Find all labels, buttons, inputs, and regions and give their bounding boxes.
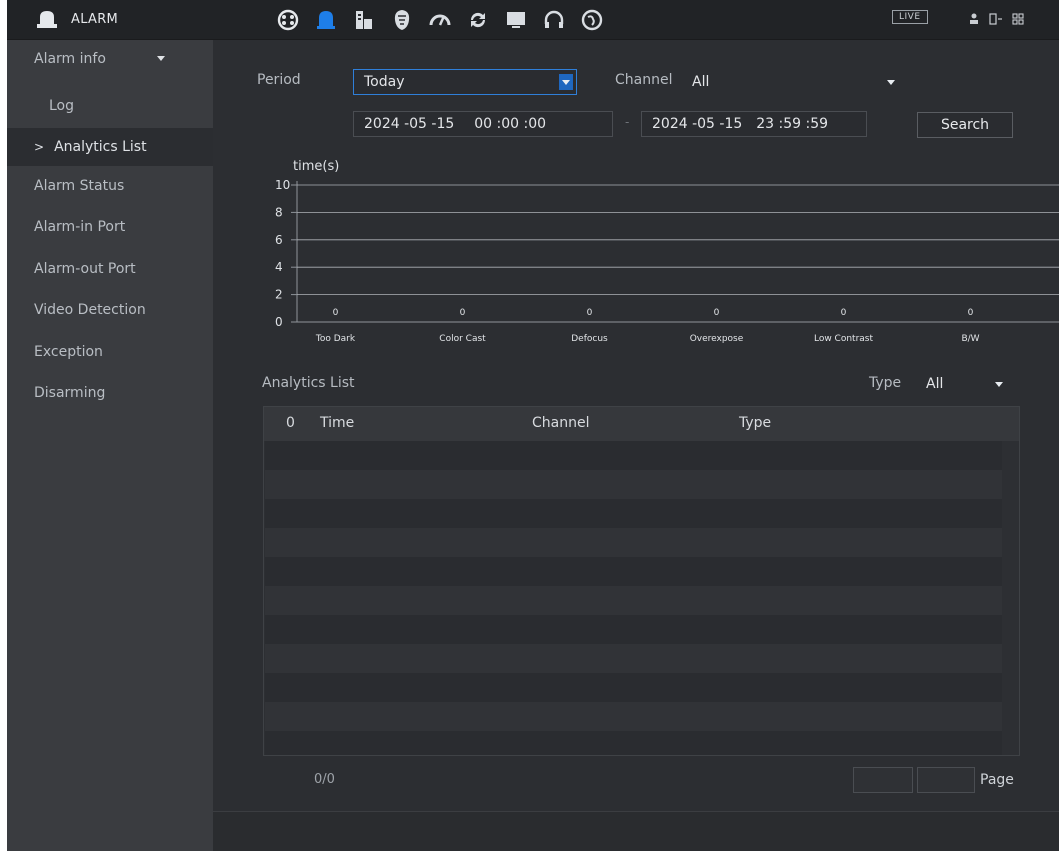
y-tick-label: 4 xyxy=(275,260,283,274)
column-header-index[interactable]: 0 xyxy=(286,415,295,431)
type-select[interactable]: All xyxy=(921,371,1013,397)
data-label: 0 xyxy=(333,308,339,318)
table-row[interactable] xyxy=(265,441,1002,470)
sidebar-item-label: Alarm-out Port xyxy=(34,261,136,277)
data-label: 0 xyxy=(841,308,847,318)
sidebar-item-label: Video Detection xyxy=(34,302,146,318)
top-right-tools xyxy=(967,11,1025,27)
display-icon[interactable] xyxy=(497,6,535,34)
table-row[interactable] xyxy=(265,470,1002,499)
table-row[interactable] xyxy=(265,557,1002,586)
y-tick-label: 0 xyxy=(275,315,283,329)
column-header-type[interactable]: Type xyxy=(739,415,771,431)
sidebar-item-alarm-info[interactable]: Alarm info xyxy=(7,40,213,78)
table-row[interactable] xyxy=(265,528,1002,557)
app-title: ALARM xyxy=(71,11,119,27)
sidebar-item-label: Alarm-in Port xyxy=(34,219,126,235)
app-window: ALARM LIVE Alarm info Log > Analytics Li… xyxy=(7,0,1059,851)
next-page-button[interactable] xyxy=(917,767,975,793)
analytics-chart: time(s) 0 2 4 6 8 10 0 Too Dark 0 Color Cast 0 Defoc… xyxy=(275,159,1059,344)
status-bar xyxy=(213,811,1059,851)
table-scrollbar[interactable] xyxy=(1003,441,1019,755)
sidebar-item-label: Analytics List xyxy=(54,139,147,155)
sidebar-item-label: Alarm Status xyxy=(34,178,125,194)
brand: ALARM xyxy=(35,8,118,30)
table-row[interactable] xyxy=(265,586,1002,615)
x-tick-label: Overexpose xyxy=(690,334,744,344)
table-row[interactable] xyxy=(265,644,1002,673)
analytics-list-title: Analytics List xyxy=(262,375,355,391)
table-row[interactable] xyxy=(265,615,1002,644)
dropdown-arrow-icon xyxy=(992,376,1006,392)
x-tick-label: Defocus xyxy=(571,334,608,344)
x-tick-label: Color Cast xyxy=(439,334,486,344)
live-button[interactable]: LIVE xyxy=(892,10,928,24)
column-header-channel[interactable]: Channel xyxy=(532,415,589,431)
table-row[interactable] xyxy=(265,702,1002,731)
chevron-down-icon xyxy=(157,56,165,61)
data-label: 0 xyxy=(714,308,720,318)
table-row[interactable] xyxy=(265,499,1002,528)
column-header-time[interactable]: Time xyxy=(320,415,354,431)
sidebar-item-analytics-list[interactable]: > Analytics List xyxy=(7,128,213,166)
data-label: 0 xyxy=(968,308,974,318)
sidebar: Alarm info Log > Analytics List Alarm St… xyxy=(7,40,213,851)
face-icon[interactable] xyxy=(383,6,421,34)
chevron-right-icon: > xyxy=(34,140,45,154)
table-header: 0 Time Channel Type xyxy=(264,407,1019,441)
sidebar-item-log[interactable]: Log xyxy=(7,87,213,125)
alarm-bell-icon xyxy=(35,8,59,30)
type-label: Type xyxy=(869,375,902,391)
x-tick-label: B/W xyxy=(961,334,979,344)
speed-icon[interactable] xyxy=(421,6,459,34)
sidebar-item-disarming[interactable]: Disarming xyxy=(7,374,213,412)
page-label: Page xyxy=(980,772,1014,788)
table-row[interactable] xyxy=(265,731,1002,755)
data-label: 0 xyxy=(587,308,593,318)
logout-icon[interactable] xyxy=(989,11,1003,27)
y-tick-label: 2 xyxy=(275,288,283,302)
sidebar-item-alarm-out-port[interactable]: Alarm-out Port xyxy=(7,250,213,288)
alarm-icon[interactable] xyxy=(307,6,345,34)
prev-page-button[interactable] xyxy=(853,767,913,793)
sidebar-item-label: Exception xyxy=(34,344,103,360)
top-icon-bar xyxy=(269,6,611,34)
playback-icon[interactable] xyxy=(269,6,307,34)
table-row[interactable] xyxy=(265,673,1002,702)
x-tick-label: Too Dark xyxy=(315,334,356,344)
y-tick-label: 10 xyxy=(275,178,290,192)
backup-icon[interactable] xyxy=(459,6,497,34)
sidebar-item-video-detection[interactable]: Video Detection xyxy=(7,291,213,329)
sidebar-item-label: Disarming xyxy=(34,385,106,401)
sidebar-item-exception[interactable]: Exception xyxy=(7,333,213,371)
menu-grid-icon[interactable] xyxy=(1011,11,1025,27)
top-bar: ALARM LIVE xyxy=(7,0,1059,40)
y-tick-label: 8 xyxy=(275,205,283,219)
network-icon[interactable] xyxy=(573,6,611,34)
sidebar-item-label: Log xyxy=(49,98,75,114)
analytics-table: 0 Time Channel Type xyxy=(263,406,1020,756)
sidebar-item-alarm-status[interactable]: Alarm Status xyxy=(7,167,213,205)
sidebar-item-alarm-in-port[interactable]: Alarm-in Port xyxy=(7,208,213,246)
audio-icon[interactable] xyxy=(535,6,573,34)
type-value: All xyxy=(926,376,944,392)
y-axis-label: time(s) xyxy=(293,159,339,174)
sidebar-item-label: Alarm info xyxy=(34,51,106,67)
ai-icon[interactable] xyxy=(345,6,383,34)
y-tick-label: 6 xyxy=(275,233,283,247)
data-label: 0 xyxy=(460,308,466,318)
x-tick-label: Low Contrast xyxy=(814,334,874,344)
record-count: 0/0 xyxy=(314,772,335,787)
main-panel: Period Today Channel All 2024 -05 -15 00… xyxy=(213,40,1059,811)
user-icon[interactable] xyxy=(967,11,981,27)
